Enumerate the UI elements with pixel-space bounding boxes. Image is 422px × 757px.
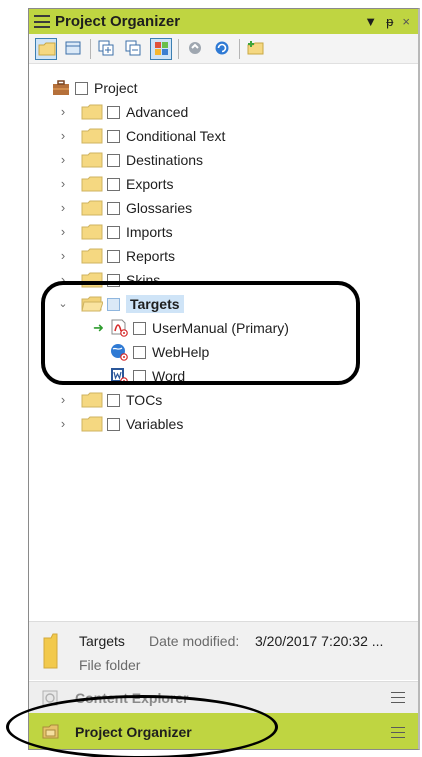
chevron-right-icon[interactable]: ›	[57, 201, 69, 214]
tree-item-destinations[interactable]: › Destinations	[57, 148, 203, 172]
tree-item-label: Conditional Text	[126, 128, 226, 144]
toolbar-separator	[90, 38, 91, 59]
folder-icon	[81, 224, 103, 240]
expand-all-button[interactable]	[96, 38, 118, 60]
tree-checkbox[interactable]	[75, 81, 88, 95]
tree-item-tocs[interactable]: › TOCs	[57, 388, 162, 412]
folder-icon	[81, 200, 103, 216]
chevron-right-icon[interactable]: ›	[57, 153, 69, 166]
chevron-right-icon[interactable]: ›	[57, 225, 69, 238]
table-icon	[65, 41, 81, 54]
tree-item-label: Glossaries	[126, 200, 193, 216]
tree-item-label: Imports	[126, 224, 173, 240]
chevron-right-icon[interactable]: ›	[57, 177, 69, 190]
tree-item-exports[interactable]: › Exports	[57, 172, 174, 196]
details-modified-value: 3/20/2017 7:20:32 ...	[255, 633, 384, 649]
hamburger-icon[interactable]	[34, 15, 50, 28]
annotation-highlight-box	[41, 281, 360, 385]
folder-icon	[81, 392, 103, 408]
tree-item-label: Project	[94, 80, 138, 96]
new-folder-icon	[247, 40, 264, 54]
tree-checkbox[interactable]	[107, 153, 120, 167]
tree-checkbox[interactable]	[107, 201, 120, 215]
details-pane: Targets Date modified: 3/20/2017 7:20:32…	[29, 621, 418, 680]
tree-checkbox[interactable]	[107, 105, 120, 119]
tree-item-variables[interactable]: › Variables	[57, 412, 184, 436]
build-target-button[interactable]	[184, 38, 206, 60]
menu-icon[interactable]	[391, 726, 405, 738]
tree-checkbox[interactable]	[107, 393, 120, 407]
app: Project Organizer ▼ ᵽ × Project › Advanc…	[0, 0, 422, 757]
grid-icon	[155, 41, 168, 55]
folder-icon	[81, 152, 103, 168]
pin-icon[interactable]: ᵽ	[386, 15, 393, 28]
chevron-right-icon[interactable]: ›	[57, 417, 69, 430]
tree-checkbox[interactable]	[107, 417, 120, 431]
tree-checkbox[interactable]	[107, 177, 120, 191]
folder-icon	[81, 128, 103, 144]
tree-item-label: Destinations	[126, 152, 204, 168]
details-type: File folder	[79, 657, 141, 673]
expand-all-icon	[98, 40, 114, 55]
tree-item-glossaries[interactable]: › Glossaries	[57, 196, 192, 220]
tree-item-reports[interactable]: › Reports	[57, 244, 175, 268]
tree-checkbox[interactable]	[107, 249, 120, 263]
tree-item-advanced[interactable]: › Advanced	[57, 100, 188, 124]
collapse-all-icon	[125, 40, 141, 55]
chevron-right-icon[interactable]: ›	[57, 129, 69, 142]
refresh-icon	[215, 41, 229, 54]
tree-item-label: Advanced	[126, 104, 189, 120]
tree-item-label: Exports	[126, 176, 174, 192]
tree-item-label: TOCs	[126, 392, 163, 408]
annotation-highlight-ellipse	[6, 695, 278, 757]
folder-icon	[81, 176, 103, 192]
tree-item-imports[interactable]: › Imports	[57, 220, 173, 244]
collapse-all-button[interactable]	[123, 38, 145, 60]
grid-view-button[interactable]	[150, 37, 172, 60]
new-folder-button[interactable]	[245, 38, 267, 60]
open-folder-button[interactable]	[35, 37, 57, 60]
toolbar	[29, 34, 418, 64]
panel-title-bar[interactable]: Project Organizer ▼ ᵽ ×	[29, 9, 418, 34]
details-modified-label: Date modified:	[149, 633, 240, 649]
folder-icon	[81, 416, 103, 432]
menu-icon[interactable]	[391, 692, 405, 703]
tree-checkbox[interactable]	[107, 225, 120, 239]
close-icon[interactable]: ×	[402, 15, 410, 28]
folder-icon	[81, 248, 103, 264]
toolbar-separator	[178, 38, 179, 59]
folder-icon	[43, 633, 58, 669]
table-view-button[interactable]	[62, 38, 84, 60]
folder-icon	[81, 104, 103, 120]
chevron-right-icon[interactable]: ›	[57, 393, 69, 406]
tree-item-conditional-text[interactable]: › Conditional Text	[57, 124, 226, 148]
folder-icon	[38, 42, 56, 55]
tree-item-label: Reports	[126, 248, 176, 264]
chevron-right-icon[interactable]: ›	[57, 105, 69, 118]
refresh-button[interactable]	[211, 38, 233, 60]
tree-root-project[interactable]: Project	[51, 76, 138, 100]
tree-checkbox[interactable]	[107, 129, 120, 143]
panel-title: Project Organizer	[55, 13, 181, 30]
toolbar-separator	[239, 38, 240, 59]
details-name: Targets	[79, 633, 125, 649]
build-icon	[189, 41, 201, 54]
dropdown-arrow-icon[interactable]: ▼	[364, 15, 377, 28]
tree-item-label: Variables	[126, 416, 184, 432]
chevron-right-icon[interactable]: ›	[57, 249, 69, 262]
briefcase-icon	[53, 80, 69, 95]
